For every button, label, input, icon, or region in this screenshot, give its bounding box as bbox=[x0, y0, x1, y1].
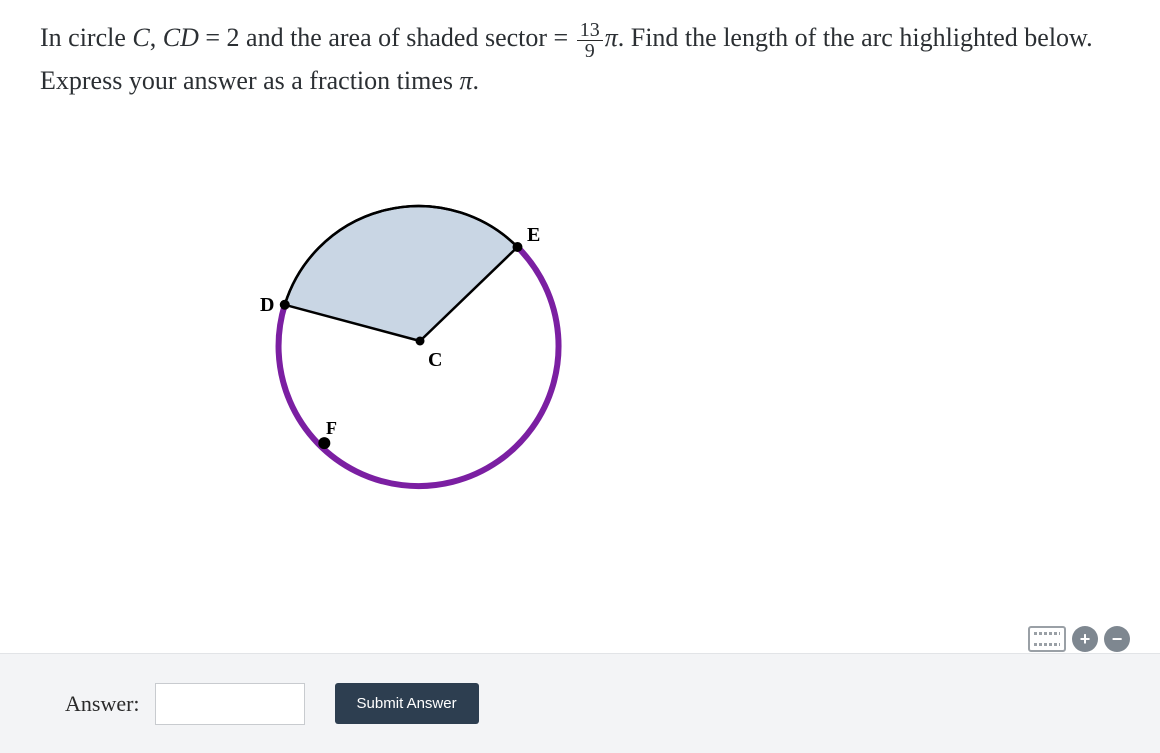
submit-button[interactable]: Submit Answer bbox=[335, 683, 479, 724]
cd-value: 2 bbox=[227, 23, 240, 52]
text: and the area of shaded sector = bbox=[240, 23, 575, 52]
fraction-denominator: 9 bbox=[577, 40, 603, 61]
text: , bbox=[150, 23, 163, 52]
figure-area: C D E F bbox=[40, 161, 1160, 521]
point-E bbox=[512, 242, 522, 252]
pi-symbol: π bbox=[605, 23, 618, 52]
point-D bbox=[280, 300, 290, 310]
answer-input[interactable] bbox=[155, 683, 305, 725]
page: In circle C, CD = 2 and the area of shad… bbox=[0, 0, 1160, 753]
point-F bbox=[318, 437, 330, 449]
shaded-sector bbox=[285, 206, 518, 341]
variable-CD: CD bbox=[163, 23, 199, 52]
fraction-13-over-9: 139 bbox=[577, 20, 603, 61]
label-F: F bbox=[326, 418, 337, 438]
toolbar: + − bbox=[1028, 626, 1130, 652]
label-D: D bbox=[260, 294, 274, 316]
problem-statement: In circle C, CD = 2 and the area of shad… bbox=[40, 18, 1115, 101]
zoom-out-button[interactable]: − bbox=[1104, 626, 1130, 652]
answer-label: Answer: bbox=[65, 691, 140, 717]
answer-bar: + − Answer: Submit Answer bbox=[0, 653, 1160, 753]
variable-C: C bbox=[132, 23, 149, 52]
center-point bbox=[416, 336, 425, 345]
text: = bbox=[199, 23, 227, 52]
zoom-in-button[interactable]: + bbox=[1072, 626, 1098, 652]
pi-symbol: π bbox=[459, 66, 472, 95]
text: . bbox=[473, 66, 480, 95]
label-E: E bbox=[527, 224, 540, 246]
text: In circle bbox=[40, 23, 132, 52]
fraction-numerator: 13 bbox=[577, 20, 603, 40]
circle-diagram: C D E F bbox=[220, 161, 620, 521]
label-C: C bbox=[428, 349, 442, 371]
keyboard-icon[interactable] bbox=[1028, 626, 1066, 652]
